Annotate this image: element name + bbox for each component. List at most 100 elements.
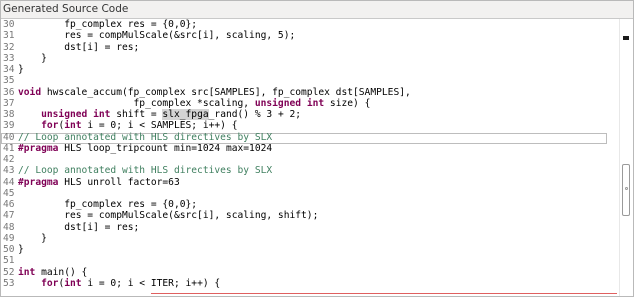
line-number: 43 bbox=[3, 165, 15, 177]
error-underline bbox=[151, 293, 617, 294]
code-token: fp_complex *scaling, bbox=[18, 97, 255, 109]
code-editor[interactable]: 30 fp_complex res = {0,0}; 31 res = compM… bbox=[1, 19, 621, 296]
code-text: res = compMulScale(&src[i], scaling, 5); bbox=[18, 30, 295, 41]
code-text: dst[i] = res; bbox=[18, 42, 139, 53]
code-text: for(int i = 0; i < ITER; i++) { bbox=[18, 278, 220, 289]
code-line[interactable]: 48 dst[i] = res; bbox=[1, 222, 621, 233]
code-line[interactable]: 36 void hwscale_accum(fp_complex src[SAMP… bbox=[1, 87, 621, 98]
keyword-token: void bbox=[18, 86, 42, 98]
line-number: 38 bbox=[3, 109, 15, 120]
code-line[interactable]: 44 #pragma HLS unroll factor=63 bbox=[1, 177, 621, 188]
code-text: unsigned int shift = slx_fpga_rand() % 3… bbox=[18, 109, 301, 120]
scroll-grip-icon bbox=[625, 187, 628, 190]
code-token: } bbox=[18, 232, 47, 244]
code-line[interactable]: 51 bbox=[1, 255, 621, 266]
code-line[interactable]: 49 } bbox=[1, 233, 621, 244]
keyword-token: for bbox=[41, 277, 59, 289]
code-token: HLS unroll factor=63 bbox=[58, 176, 180, 188]
code-line[interactable]: 30 fp_complex res = {0,0}; bbox=[1, 19, 621, 30]
pragma-token: #pragma bbox=[18, 142, 59, 154]
code-line[interactable]: 52 int main() { bbox=[1, 267, 621, 278]
code-text: fp_complex res = {0,0}; bbox=[18, 199, 197, 210]
code-token: _rand() % 3 + 2; bbox=[208, 109, 302, 120]
code-line[interactable]: 34} bbox=[1, 64, 621, 75]
line-number: 41 bbox=[3, 142, 15, 154]
line-number: 30 bbox=[3, 19, 15, 30]
code-token: res = compMulScale(&src[i], scaling, 5); bbox=[18, 30, 296, 42]
keyword-token: int bbox=[93, 109, 111, 120]
comment-token: // Loop annotated with HLS directives by… bbox=[18, 165, 273, 177]
line-number: 46 bbox=[3, 199, 15, 210]
line-number: 53 bbox=[3, 277, 15, 289]
code-token: dst[i] = res; bbox=[18, 221, 140, 233]
code-line[interactable]: 38 unsigned int shift = slx_fpga_rand() … bbox=[1, 109, 621, 120]
vertical-scrollbar[interactable] bbox=[619, 19, 633, 296]
code-token: res = compMulScale(&src[i], scaling, shi… bbox=[18, 210, 319, 222]
code-line[interactable]: 31 res = compMulScale(&src[i], scaling, … bbox=[1, 30, 621, 41]
code-text: } bbox=[18, 64, 24, 75]
code-line[interactable]: 43// Loop annotated with HLS directives … bbox=[1, 165, 621, 176]
code-text: fp_complex *scaling, unsigned int size) … bbox=[18, 97, 371, 109]
code-token: dst[i] = res; bbox=[18, 41, 140, 53]
code-line[interactable]: 35 bbox=[1, 75, 621, 86]
code-line[interactable]: 53 for(int i = 0; i < ITER; i++) { bbox=[1, 278, 621, 289]
keyword-token: int bbox=[306, 97, 325, 109]
code-line[interactable]: 37 fp_complex *scaling, unsigned int siz… bbox=[1, 98, 621, 109]
code-line[interactable]: 42 bbox=[1, 154, 621, 165]
keyword-token: unsigned bbox=[254, 97, 302, 109]
line-number: 44 bbox=[3, 176, 15, 188]
code-text: int main() { bbox=[18, 267, 87, 278]
line-number: 49 bbox=[3, 232, 15, 244]
code-text: dst[i] = res; bbox=[18, 222, 139, 233]
code-line[interactable]: 45 bbox=[1, 188, 621, 199]
line-number: 36 bbox=[3, 86, 15, 98]
line-number: 45 bbox=[3, 187, 15, 199]
line-number: 40 bbox=[3, 131, 15, 143]
code-line[interactable]: 40// Loop annotated with HLS directives … bbox=[1, 132, 621, 143]
pragma-token: #pragma bbox=[18, 176, 59, 188]
line-number: 47 bbox=[3, 210, 15, 222]
code-text: #pragma HLS loop_tripcount min=1024 max=… bbox=[18, 143, 272, 154]
line-number: 39 bbox=[3, 120, 15, 132]
code-token: } bbox=[18, 244, 24, 255]
code-line[interactable]: 32 dst[i] = res; bbox=[1, 42, 621, 53]
line-number: 52 bbox=[3, 266, 15, 278]
code-text: void hwscale_accum(fp_complex src[SAMPLE… bbox=[18, 87, 411, 98]
code-line[interactable]: 47 res = compMulScale(&src[i], scaling, … bbox=[1, 210, 621, 221]
line-number: 34 bbox=[3, 64, 15, 75]
keyword-token: int bbox=[64, 277, 82, 289]
code-text: } bbox=[18, 244, 24, 255]
code-line[interactable]: 39 for(int i = 0; i < SAMPLES; i++) { bbox=[1, 120, 621, 131]
code-token: main() { bbox=[35, 266, 88, 278]
line-number: 51 bbox=[3, 255, 15, 267]
code-token: shift = bbox=[110, 109, 163, 120]
line-number: 48 bbox=[3, 221, 15, 233]
code-token: } bbox=[18, 52, 47, 64]
comment-token: // Loop annotated with HLS directives by… bbox=[18, 131, 273, 143]
code-token: fp_complex res = {0,0}; bbox=[18, 199, 198, 210]
code-line[interactable]: 46 fp_complex res = {0,0}; bbox=[1, 199, 621, 210]
code-text: for(int i = 0; i < SAMPLES; i++) { bbox=[18, 120, 238, 132]
line-number: 37 bbox=[3, 97, 15, 109]
scroll-thumb[interactable] bbox=[622, 164, 630, 216]
code-token: i = 0; i < SAMPLES; i++) { bbox=[81, 120, 238, 132]
code-token: i = 0; i < ITER; i++) { bbox=[81, 277, 221, 289]
code-text: // Loop annotated with HLS directives by… bbox=[18, 165, 272, 176]
code-line[interactable]: 50} bbox=[1, 244, 621, 255]
code-line[interactable]: 41 #pragma HLS loop_tripcount min=1024 ma… bbox=[1, 143, 621, 154]
line-number: 31 bbox=[3, 30, 15, 42]
code-text: res = compMulScale(&src[i], scaling, shi… bbox=[18, 210, 318, 221]
code-token: } bbox=[18, 64, 24, 75]
line-number: 50 bbox=[3, 244, 15, 255]
keyword-token: for bbox=[41, 120, 59, 132]
overview-marker-icon[interactable] bbox=[623, 36, 629, 40]
selected-token: slx_fpga bbox=[162, 109, 209, 120]
line-number: 35 bbox=[3, 75, 15, 87]
code-text: } bbox=[18, 233, 47, 244]
keyword-token: unsigned bbox=[41, 109, 88, 120]
code-line[interactable]: 33 } bbox=[1, 53, 621, 64]
code-text: // Loop annotated with HLS directives by… bbox=[18, 132, 272, 143]
